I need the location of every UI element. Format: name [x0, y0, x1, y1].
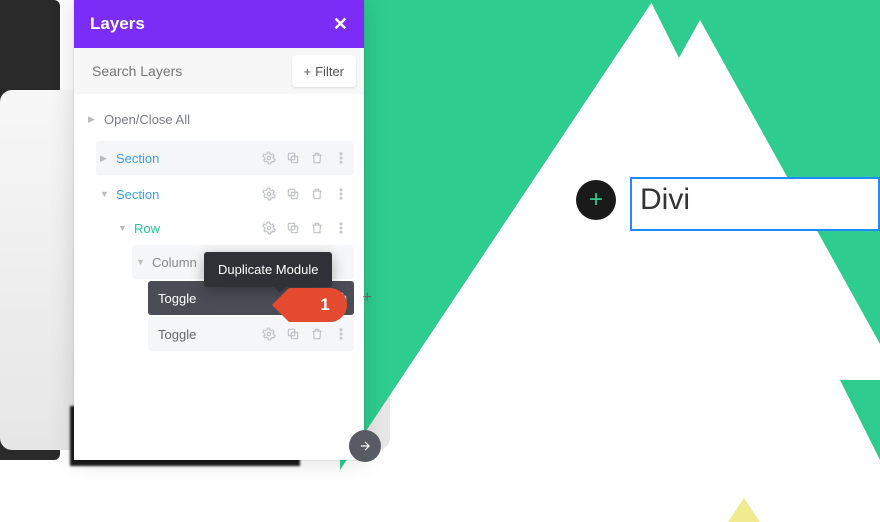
trash-icon[interactable]: [310, 327, 324, 341]
chevron-right-icon: ▶: [88, 114, 100, 125]
more-icon[interactable]: [334, 151, 348, 165]
bg-yellow-triangle: [728, 498, 760, 522]
tree-label: Toggle: [152, 327, 262, 342]
tree-label: Section: [116, 151, 262, 166]
layers-panel: Layers ✕ + Filter ▶ Open/Close All ▶ Sec…: [74, 0, 364, 460]
more-icon[interactable]: [334, 187, 348, 201]
panel-title: Layers: [90, 14, 145, 34]
more-icon[interactable]: [334, 327, 348, 341]
duplicate-icon[interactable]: [286, 327, 300, 341]
panel-resize-handle[interactable]: [349, 430, 381, 462]
gear-icon[interactable]: [262, 151, 276, 165]
row-actions: [262, 327, 348, 341]
tree-label: Section: [116, 187, 262, 202]
chevron-down-icon: ▼: [118, 223, 130, 233]
trash-icon[interactable]: [310, 151, 324, 165]
open-close-label: Open/Close All: [104, 112, 190, 127]
gear-icon[interactable]: [262, 221, 276, 235]
panel-header: Layers ✕: [74, 0, 364, 48]
text-module-value: Divi: [640, 183, 690, 216]
add-module-button[interactable]: +: [576, 180, 616, 220]
duplicate-icon[interactable]: [286, 151, 300, 165]
panel-search-bar: + Filter: [74, 48, 364, 94]
tree-label: Row: [134, 221, 262, 236]
callout-number: 1: [320, 295, 329, 315]
chevron-down-icon: ▼: [136, 257, 148, 267]
row-actions: [262, 151, 348, 165]
tree-item-row[interactable]: ▼ Row: [114, 211, 354, 245]
duplicate-icon[interactable]: [286, 187, 300, 201]
tooltip-duplicate-module: Duplicate Module: [204, 252, 332, 287]
trash-icon[interactable]: [310, 221, 324, 235]
open-close-all-button[interactable]: ▶ Open/Close All: [80, 106, 354, 141]
duplicate-icon[interactable]: [286, 221, 300, 235]
more-icon[interactable]: [334, 221, 348, 235]
filter-button[interactable]: + Filter: [292, 55, 356, 87]
chevron-right-icon: ▶: [100, 153, 112, 164]
gear-icon[interactable]: [262, 187, 276, 201]
plus-icon: +: [589, 186, 603, 214]
close-icon[interactable]: ✕: [333, 14, 348, 35]
callout-badge: 1: [289, 288, 347, 322]
row-actions: [262, 221, 348, 235]
tree-item-section[interactable]: ▼ Section: [96, 177, 354, 211]
search-input[interactable]: [92, 63, 284, 79]
gear-icon[interactable]: [262, 327, 276, 341]
row-actions: [262, 187, 348, 201]
resize-icon: [358, 439, 372, 453]
plus-icon: +: [304, 64, 312, 79]
chevron-down-icon: ▼: [100, 189, 112, 199]
tree-item-module[interactable]: Toggle: [148, 317, 354, 351]
filter-label: Filter: [315, 64, 344, 79]
tree-item-section[interactable]: ▶ Section: [96, 141, 354, 175]
text-module-input[interactable]: Divi: [630, 177, 880, 231]
add-after-button[interactable]: +: [363, 289, 372, 307]
layer-tree: ▶ Open/Close All ▶ Section ▼ Section: [74, 94, 364, 363]
trash-icon[interactable]: [310, 187, 324, 201]
